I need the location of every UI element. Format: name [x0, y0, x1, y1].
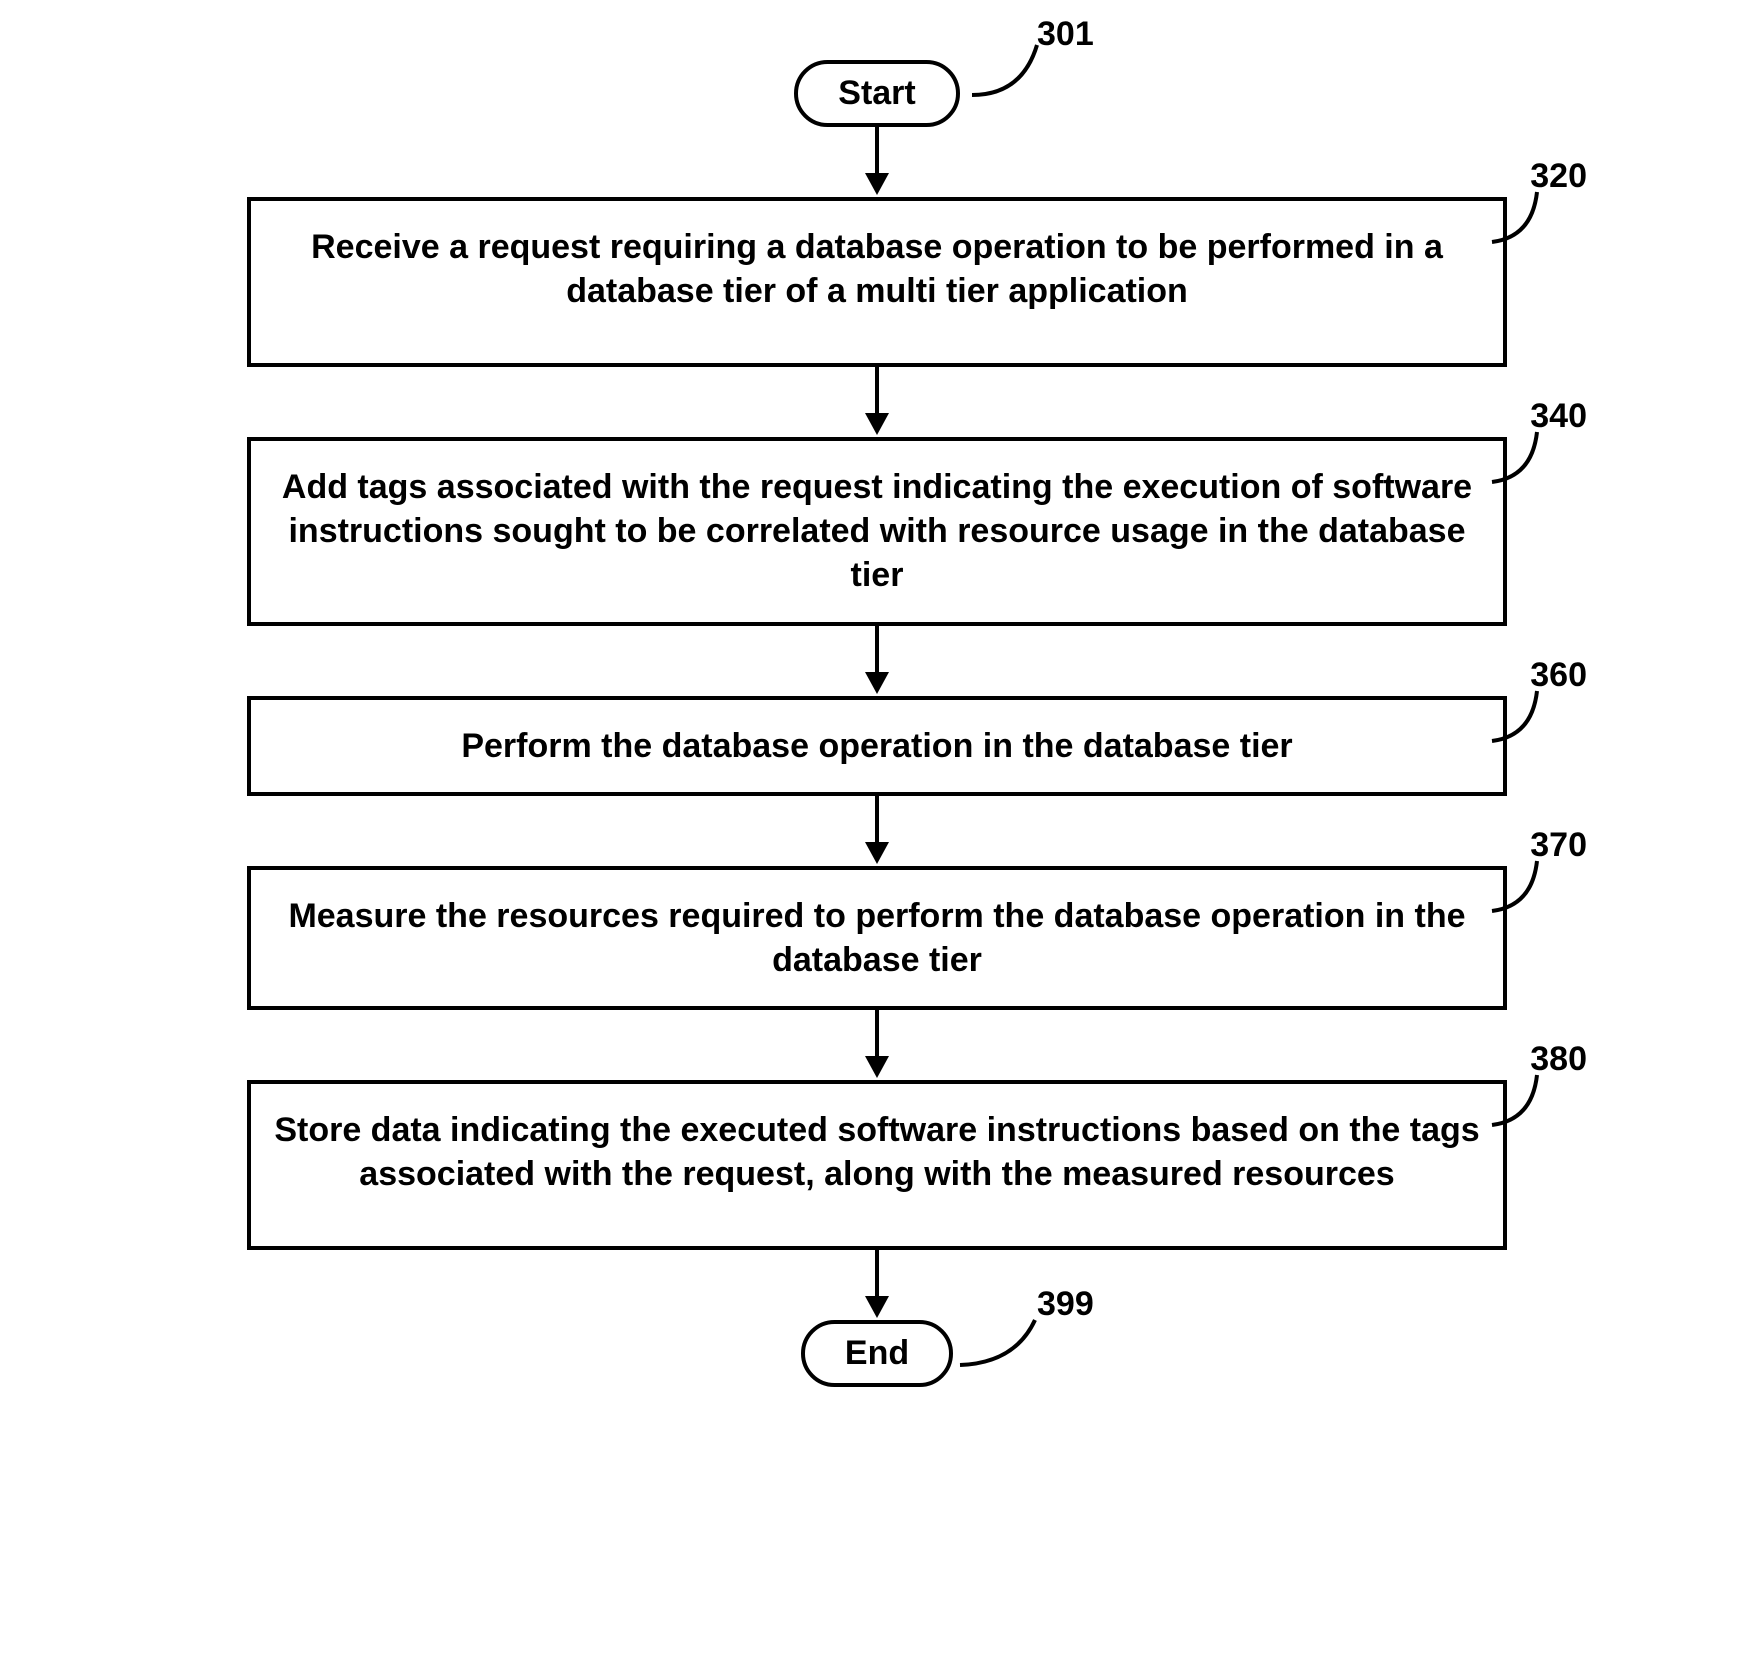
end-ref-label: 399 [1037, 1285, 1094, 1324]
callout-320 [1487, 187, 1547, 247]
start-terminator: Start [794, 60, 959, 127]
end-label: End [845, 1334, 909, 1372]
process-text-380: Store data indicating the executed softw… [274, 1111, 1479, 1193]
process-box-360: Perform the database operation in the da… [247, 696, 1507, 796]
callout-340 [1487, 427, 1547, 487]
arrow-320-to-340 [177, 367, 1577, 437]
start-label: Start [838, 74, 915, 112]
end-row: End 399 [177, 1320, 1577, 1387]
step-340-row: Add tags associated with the request ind… [177, 437, 1577, 626]
callout-380 [1487, 1070, 1547, 1130]
process-text-370: Measure the resources required to perfor… [288, 897, 1465, 979]
callout-370 [1487, 856, 1547, 916]
process-box-370: Measure the resources required to perfor… [247, 866, 1507, 1010]
end-terminator: End [801, 1320, 953, 1387]
step-360-row: Perform the database operation in the da… [177, 696, 1577, 796]
step-370-row: Measure the resources required to perfor… [177, 866, 1577, 1010]
callout-360 [1487, 686, 1547, 746]
process-box-380: Store data indicating the executed softw… [247, 1080, 1507, 1250]
flowchart-canvas: Start 301 Receive a request requiring a … [177, 20, 1577, 1387]
step-320-row: Receive a request requiring a database o… [177, 197, 1577, 367]
start-row: Start 301 [177, 60, 1577, 127]
arrow-340-to-360 [177, 626, 1577, 696]
arrow-370-to-380 [177, 1010, 1577, 1080]
process-text-360: Perform the database operation in the da… [461, 727, 1292, 765]
process-box-320: Receive a request requiring a database o… [247, 197, 1507, 367]
arrow-start-to-320 [177, 127, 1577, 197]
process-text-320: Receive a request requiring a database o… [311, 228, 1443, 310]
process-text-340: Add tags associated with the request ind… [282, 468, 1472, 594]
step-380-row: Store data indicating the executed softw… [177, 1080, 1577, 1250]
start-callout [967, 40, 1047, 100]
arrow-360-to-370 [177, 796, 1577, 866]
arrow-380-to-end [177, 1250, 1577, 1320]
end-callout [955, 1315, 1045, 1370]
process-box-340: Add tags associated with the request ind… [247, 437, 1507, 626]
